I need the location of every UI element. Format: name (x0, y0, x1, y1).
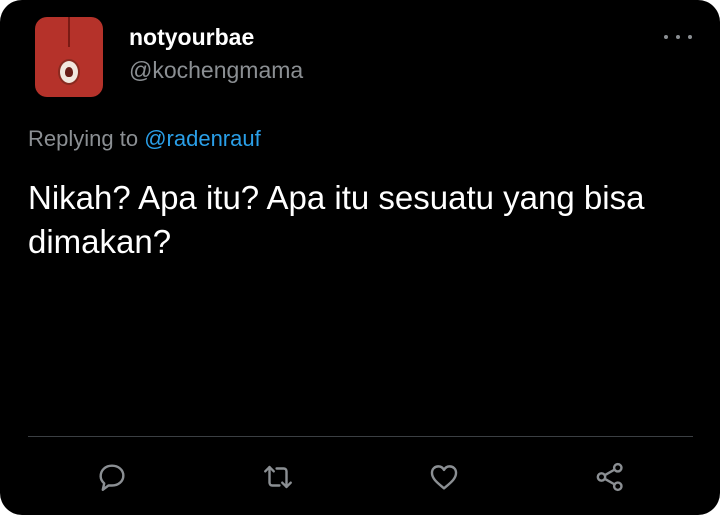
reply-bubble-icon[interactable] (95, 460, 129, 494)
replying-to-label: Replying to (28, 126, 139, 151)
share-icon[interactable] (593, 460, 627, 494)
more-horizontal-icon[interactable] (664, 30, 692, 44)
replying-to-line: Replying to @radenrauf (28, 126, 261, 152)
tweet-card: notyourbae @kochengmama Replying to @rad… (0, 0, 720, 515)
heart-icon[interactable] (427, 460, 461, 494)
user-handle[interactable]: @kochengmama (129, 57, 303, 84)
display-name[interactable]: notyourbae (129, 24, 254, 51)
tweet-text: Nikah? Apa itu? Apa itu sesuatu yang bis… (28, 179, 645, 260)
replying-to-mention[interactable]: @radenrauf (144, 126, 261, 151)
avatar[interactable] (35, 17, 103, 97)
avatar-cord (68, 17, 70, 47)
avatar-medal (58, 59, 80, 85)
divider (28, 436, 693, 437)
retweet-icon[interactable] (261, 460, 295, 494)
